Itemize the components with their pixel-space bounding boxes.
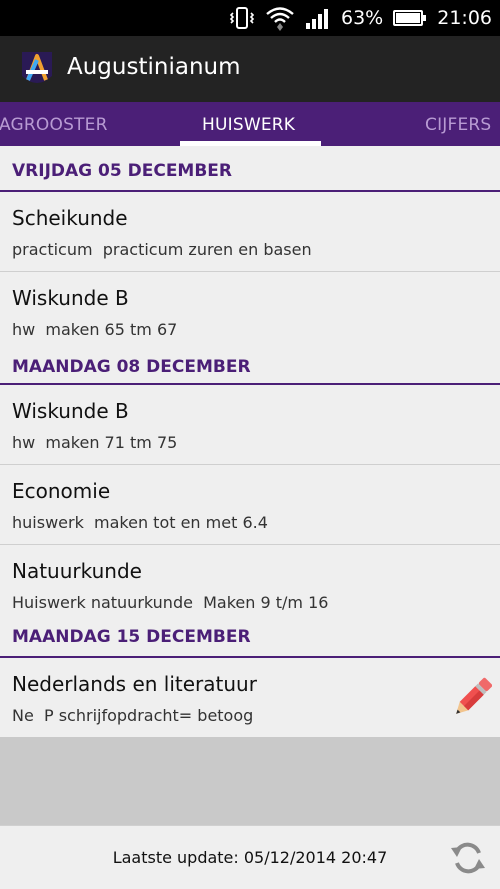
last-update-text: Laatste update: 05/12/2014 20:47 [112, 848, 388, 867]
item-subtitle: huiswerk maken tot en met 6.4 [12, 513, 268, 532]
list-item[interactable]: Nederlands en literatuur Ne P schrijfopd… [0, 658, 500, 738]
section-header: MAANDAG 08 DECEMBER [0, 352, 500, 385]
refresh-icon[interactable] [448, 838, 488, 878]
status-bar-right: 63% 21:06 [229, 0, 492, 36]
empty-area [0, 737, 500, 825]
section-header: MAANDAG 15 DECEMBER [0, 625, 500, 658]
status-time: 21:06 [437, 7, 492, 29]
item-subtitle: Ne P schrijfopdracht= betoog [12, 706, 254, 725]
pencil-icon[interactable] [450, 676, 493, 722]
list-item[interactable]: Wiskunde B hw maken 65 tm 67 [0, 272, 500, 352]
homework-list: VRIJDAG 05 DECEMBER Scheikunde practicum… [0, 146, 500, 738]
list-item[interactable]: Economie huiswerk maken tot en met 6.4 [0, 465, 500, 545]
status-bar: 63% 21:06 [0, 0, 500, 36]
item-subtitle: hw maken 71 tm 75 [12, 433, 178, 452]
item-title: Nederlands en literatuur [12, 672, 257, 696]
item-title: Wiskunde B [12, 286, 129, 310]
list-item[interactable]: Scheikunde practicum practicum zuren en … [0, 192, 500, 272]
item-title: Natuurkunde [12, 559, 142, 583]
action-bar: Augustinianum [0, 36, 500, 102]
tab-dagrooster[interactable]: DAGROOSTER [0, 102, 108, 146]
battery-icon [393, 9, 427, 27]
item-subtitle: practicum practicum zuren en basen [12, 240, 312, 259]
vibrate-icon [229, 6, 255, 30]
item-subtitle: Huiswerk natuurkunde Maken 9 t/m 16 [12, 593, 329, 612]
augustinianum-logo[interactable] [20, 50, 54, 90]
tab-huiswerk[interactable]: HUISWERK [202, 102, 295, 146]
item-title: Economie [12, 479, 111, 503]
item-title: Wiskunde B [12, 399, 129, 423]
list-item[interactable]: Natuurkunde Huiswerk natuurkunde Maken 9… [0, 545, 500, 625]
app-title: Augustinianum [67, 54, 241, 80]
signal-icon [305, 7, 331, 29]
tab-cijfers[interactable]: CIJFERS [425, 102, 491, 146]
list-item[interactable]: Wiskunde B hw maken 71 tm 75 [0, 385, 500, 465]
item-title: Scheikunde [12, 206, 128, 230]
tab-bar: DAGROOSTER HUISWERK CIJFERS [0, 102, 500, 146]
item-subtitle: hw maken 65 tm 67 [12, 320, 178, 339]
footer: Laatste update: 05/12/2014 20:47 [0, 825, 500, 889]
battery-percent: 63% [341, 7, 384, 29]
section-header: VRIJDAG 05 DECEMBER [0, 146, 500, 192]
wifi-icon [265, 5, 295, 31]
